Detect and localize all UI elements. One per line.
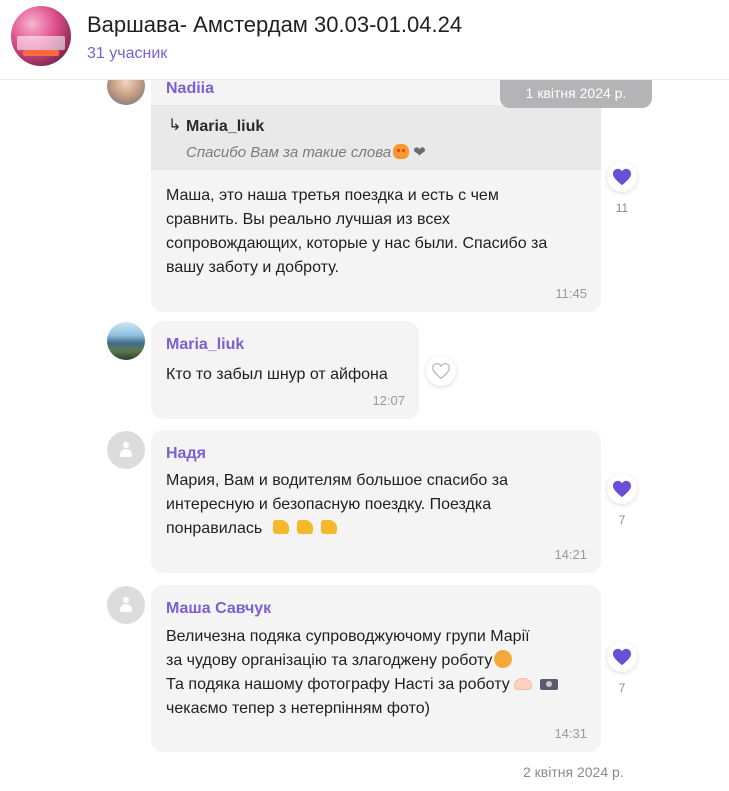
message-line-with-emoji: понравилась bbox=[166, 517, 508, 541]
outline-heart-icon bbox=[432, 362, 450, 380]
reaction-button[interactable] bbox=[426, 356, 456, 386]
group-avatar-badge bbox=[23, 50, 59, 56]
message-text: Кто то забыл шнур от айфона bbox=[166, 363, 388, 387]
message-author[interactable]: Надя bbox=[166, 445, 206, 463]
message-line: сопровождающих, которые у нас были. Спас… bbox=[166, 235, 548, 252]
message-time: 14:21 bbox=[554, 547, 587, 562]
reaction-count: 7 bbox=[618, 513, 626, 527]
person-icon bbox=[119, 597, 133, 613]
message-text: Величезна подяка супроводжуючому групи М… bbox=[166, 625, 558, 721]
reply-author: Maria_liuk bbox=[186, 118, 265, 135]
avatar[interactable] bbox=[107, 322, 145, 360]
message-line: интересную и безопасную поездку. Поездка bbox=[166, 496, 492, 513]
message-bubble[interactable]: Маша Савчук Величезна подяка супроводжую… bbox=[151, 585, 601, 752]
reaction-button[interactable] bbox=[607, 474, 637, 504]
message-line: понравилась bbox=[166, 520, 263, 537]
message-line: Та подяка нашому фотографу Насті за робо… bbox=[166, 676, 510, 693]
message-line-with-emoji: Та подяка нашому фотографу Насті за робо… bbox=[166, 673, 558, 697]
message-line: Маша, это наша третья поездка и есть с ч… bbox=[166, 187, 499, 204]
message-bubble[interactable]: Maria_liuk Кто то забыл шнур от айфона 1… bbox=[151, 321, 419, 419]
message-time: 12:07 bbox=[372, 393, 405, 408]
message-text: Маша, это наша третья поездка и есть с ч… bbox=[166, 184, 547, 280]
date-separator: 1 квітня 2024 р. bbox=[500, 80, 652, 108]
group-avatar[interactable] bbox=[11, 6, 71, 66]
message-line: за чудову організацію та злагоджену робо… bbox=[166, 652, 493, 669]
reply-quote[interactable]: ↳ Maria_liuk Спасибо Вам за такие слова ❤ bbox=[151, 105, 601, 170]
filled-heart-icon bbox=[613, 480, 631, 498]
message-time: 14:31 bbox=[554, 726, 587, 741]
thumbs-up-emoji-icon bbox=[272, 520, 289, 534]
hugging-face-emoji-icon bbox=[494, 650, 513, 668]
avatar[interactable] bbox=[107, 586, 145, 624]
message-author[interactable]: Маша Савчук bbox=[166, 600, 271, 618]
camera-emoji-icon bbox=[539, 679, 558, 690]
chat-title[interactable]: Варшава- Амстердам 30.03-01.04.24 bbox=[87, 12, 462, 38]
message-author[interactable]: Nadiia bbox=[166, 80, 214, 98]
reaction-count: 11 bbox=[615, 201, 629, 215]
filled-heart-icon bbox=[613, 168, 631, 186]
heart-emoji-icon: ❤ bbox=[413, 144, 426, 161]
message-bubble[interactable]: Надя Мария, Вам и водителям большое спас… bbox=[151, 430, 601, 573]
date-separator: 2 квітня 2024 р. bbox=[523, 764, 624, 780]
member-count[interactable]: 31 учасник bbox=[87, 45, 167, 63]
message-line: сравнить. Вы реально лучшая из всех bbox=[166, 211, 450, 228]
message-line: Мария, Вам и водителям большое спасибо з… bbox=[166, 472, 508, 489]
reaction-button[interactable] bbox=[607, 162, 637, 192]
message-line-with-emoji: за чудову організацію та злагоджену робо… bbox=[166, 649, 558, 673]
message-line: Кто то забыл шнур от айфона bbox=[166, 366, 388, 383]
reply-text: Спасибо Вам за такие слова bbox=[186, 144, 392, 161]
person-icon bbox=[119, 442, 133, 458]
heart-hands-emoji-icon bbox=[513, 678, 532, 690]
avatar[interactable] bbox=[107, 431, 145, 469]
thumbs-up-emoji-icon bbox=[320, 520, 337, 534]
message-line: чекаємо тепер з нетерпінням фото) bbox=[166, 700, 430, 717]
filled-heart-icon bbox=[613, 648, 631, 666]
reaction-count: 7 bbox=[618, 681, 626, 695]
chat-header: Варшава- Амстердам 30.03-01.04.24 31 уча… bbox=[0, 0, 729, 80]
heart-eyes-cat-emoji-icon bbox=[393, 144, 410, 159]
message-author[interactable]: Maria_liuk bbox=[166, 336, 244, 354]
message-text: Мария, Вам и водителям большое спасибо з… bbox=[166, 469, 508, 541]
reaction-button[interactable] bbox=[607, 642, 637, 672]
reply-arrow-icon: ↳ bbox=[168, 117, 182, 134]
reply-text-row: Спасибо Вам за такие слова ❤ bbox=[186, 143, 426, 161]
message-line: Величезна подяка супроводжуючому групи М… bbox=[166, 628, 530, 645]
message-time: 11:45 bbox=[555, 286, 587, 301]
message-line: вашу заботу и доброту. bbox=[166, 259, 339, 276]
thumbs-up-emoji-icon bbox=[296, 520, 313, 534]
group-avatar-banner bbox=[17, 36, 65, 50]
